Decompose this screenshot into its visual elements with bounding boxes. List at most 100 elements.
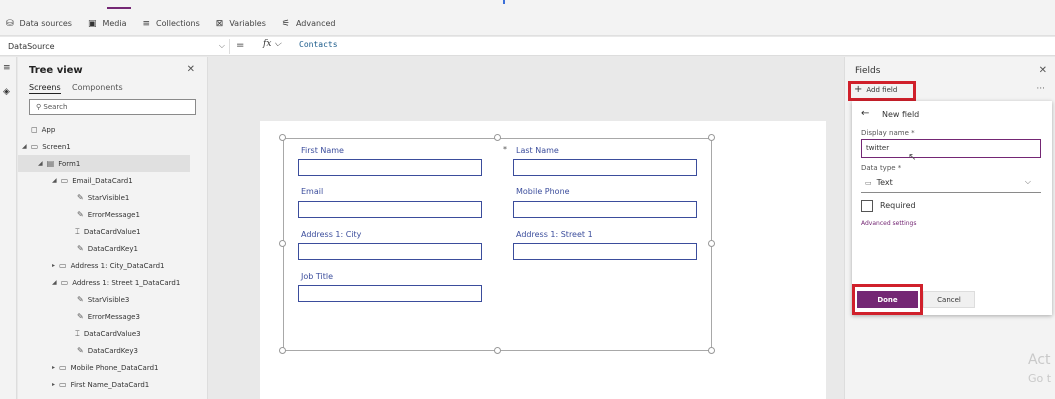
advanced-settings-link[interactable]: Advanced settings <box>861 220 916 227</box>
tree-node-form1[interactable]: ◢ ▤ Form1 <box>18 155 190 172</box>
datacard-icon: ▭ <box>60 278 69 287</box>
tab-components[interactable]: Components <box>72 83 123 92</box>
tree-node-datacardvalue3[interactable]: ⌶ DataCardValue3 <box>75 325 141 342</box>
field-label-job-title: Job Title <box>301 272 334 281</box>
hamburger-icon[interactable]: ≡ <box>3 63 11 73</box>
required-label: Required <box>880 201 916 210</box>
field-label-street: Address 1: Street 1 <box>516 230 593 239</box>
activate-watermark-line2: Go t <box>1028 372 1052 385</box>
datacard-icon: ▭ <box>60 176 69 185</box>
tree-view-title: Tree view <box>29 65 83 76</box>
tree-node-mobile-phone-datacard1[interactable]: ▸ ▭ Mobile Phone_DataCard1 <box>52 359 159 376</box>
tree-node-email-datacard1[interactable]: ◢ ▭ Email_DataCard1 <box>52 172 133 189</box>
resize-handle[interactable] <box>494 134 501 141</box>
resize-handle[interactable] <box>708 134 715 141</box>
close-icon[interactable]: ✕ <box>187 64 195 75</box>
edit-icon: ✎ <box>77 244 84 253</box>
tree-node-datacardvalue1[interactable]: ⌶ DataCardValue1 <box>75 223 141 240</box>
edit-icon: ✎ <box>77 312 84 321</box>
close-icon[interactable]: ✕ <box>1039 65 1047 76</box>
city-input[interactable] <box>298 243 482 260</box>
tree-node-datacardkey3[interactable]: ✎ DataCardKey3 <box>77 342 138 359</box>
media-button[interactable]: ▣ Media <box>88 19 127 29</box>
tree-node-address1-city-datacard1[interactable]: ▸ ▭ Address 1: City_DataCard1 <box>52 257 164 274</box>
data-type-dropdown[interactable]: ▭ Text ⌵ <box>861 174 1041 193</box>
tree-node-errormessage3[interactable]: ✎ ErrorMessage3 <box>77 308 140 325</box>
cursor-marker <box>503 0 505 4</box>
app-icon: ◻ <box>31 125 38 134</box>
data-type-label: Data type * <box>861 164 902 172</box>
property-dropdown[interactable]: DataSource ⌵ <box>4 39 230 54</box>
datacard-icon: ▭ <box>59 363 67 372</box>
mobile-phone-input[interactable] <box>513 201 697 218</box>
resize-handle[interactable] <box>279 240 286 247</box>
resize-handle[interactable] <box>708 347 715 354</box>
advanced-button[interactable]: ⚟ Advanced <box>282 19 336 29</box>
chevron-down-icon: ⌵ <box>218 41 225 50</box>
required-checkbox[interactable] <box>861 200 873 212</box>
resize-handle[interactable] <box>279 347 286 354</box>
highlight-box-done <box>852 284 923 315</box>
active-tab-indicator <box>107 7 131 9</box>
formula-input[interactable]: Contacts <box>299 40 338 49</box>
tree-node-starvisible3[interactable]: ✎ StarVisible3 <box>77 291 129 308</box>
display-name-label: Display name * <box>861 129 915 137</box>
advanced-icon: ⚟ <box>281 18 290 29</box>
datacard-icon: ▭ <box>59 380 67 389</box>
text-type-icon: ▭ <box>865 179 872 187</box>
email-input[interactable] <box>298 201 482 218</box>
back-arrow-icon[interactable]: ← <box>861 108 869 119</box>
resize-handle[interactable] <box>494 347 501 354</box>
display-name-input[interactable]: twitter <box>861 139 1041 158</box>
collapse-arrow-icon[interactable]: ◢ <box>38 160 43 167</box>
tree-node-address1-street1-datacard1[interactable]: ◢ ▭ Address 1: Street 1_DataCard1 <box>52 274 180 291</box>
search-icon: ⚲ <box>36 103 42 111</box>
highlight-box-add-field <box>848 81 916 101</box>
last-name-input[interactable] <box>513 159 697 176</box>
collapse-arrow-icon[interactable]: ◢ <box>52 279 57 286</box>
variables-button[interactable]: ⊠ Variables <box>216 19 266 29</box>
activate-watermark-line1: Act <box>1028 352 1051 368</box>
street-input[interactable] <box>513 243 697 260</box>
edit-icon: ✎ <box>77 210 84 219</box>
cancel-button[interactable]: Cancel <box>923 291 975 308</box>
field-label-last-name: Last Name <box>516 146 559 155</box>
first-name-input[interactable] <box>298 159 482 176</box>
tree-node-screen1[interactable]: ◢ ▭ Screen1 <box>22 138 71 155</box>
collapse-arrow-icon[interactable]: ◢ <box>52 177 57 184</box>
tree-node-starvisible1[interactable]: ✎ StarVisible1 <box>77 189 129 206</box>
tree-node-first-name-datacard1[interactable]: ▸ ▭ First Name_DataCard1 <box>52 376 149 393</box>
screen-icon: ▭ <box>30 142 39 151</box>
tree-view-panel: Tree view ✕ Screens Components ⚲ Search … <box>18 57 208 399</box>
collapse-arrow-icon[interactable]: ◢ <box>22 143 27 150</box>
equals-sign: = <box>236 40 245 51</box>
layers-icon[interactable]: ◈ <box>3 87 10 97</box>
edit-icon: ✎ <box>77 193 84 202</box>
fields-panel-title: Fields <box>855 66 881 76</box>
tree-node-datacardkey1[interactable]: ✎ DataCardKey1 <box>77 240 138 257</box>
field-label-city: Address 1: City <box>301 230 362 239</box>
job-title-input[interactable] <box>298 285 482 302</box>
ribbon-toolbar: ⛁ Data sources ▣ Media ≡ Collections ⊠ V… <box>0 12 1055 36</box>
data-sources-button[interactable]: ⛁ Data sources <box>6 19 72 29</box>
expand-arrow-icon[interactable]: ▸ <box>52 364 55 371</box>
resize-handle[interactable] <box>708 240 715 247</box>
collections-button[interactable]: ≡ Collections <box>142 19 199 29</box>
tree-search-input[interactable]: ⚲ Search <box>29 99 196 115</box>
expand-arrow-icon[interactable]: ▸ <box>52 381 55 388</box>
resize-handle[interactable] <box>279 134 286 141</box>
top-strip <box>0 0 1055 12</box>
expand-arrow-icon[interactable]: ▸ <box>52 262 55 269</box>
fx-icon[interactable]: fx ⌵ <box>263 39 281 49</box>
variables-icon: ⊠ <box>215 18 224 29</box>
collections-icon: ≡ <box>142 18 151 29</box>
media-icon: ▣ <box>87 18 97 29</box>
tree-node-errormessage1[interactable]: ✎ ErrorMessage1 <box>77 206 140 223</box>
more-options-icon[interactable]: ··· <box>1036 84 1045 94</box>
tab-screens[interactable]: Screens <box>29 83 61 94</box>
new-field-title: New field <box>882 110 920 119</box>
tree-node-app[interactable]: ◻ App <box>31 121 55 138</box>
form-icon: ▤ <box>46 159 55 168</box>
edit-icon: ✎ <box>77 295 84 304</box>
text-input-icon: ⌶ <box>75 226 80 236</box>
